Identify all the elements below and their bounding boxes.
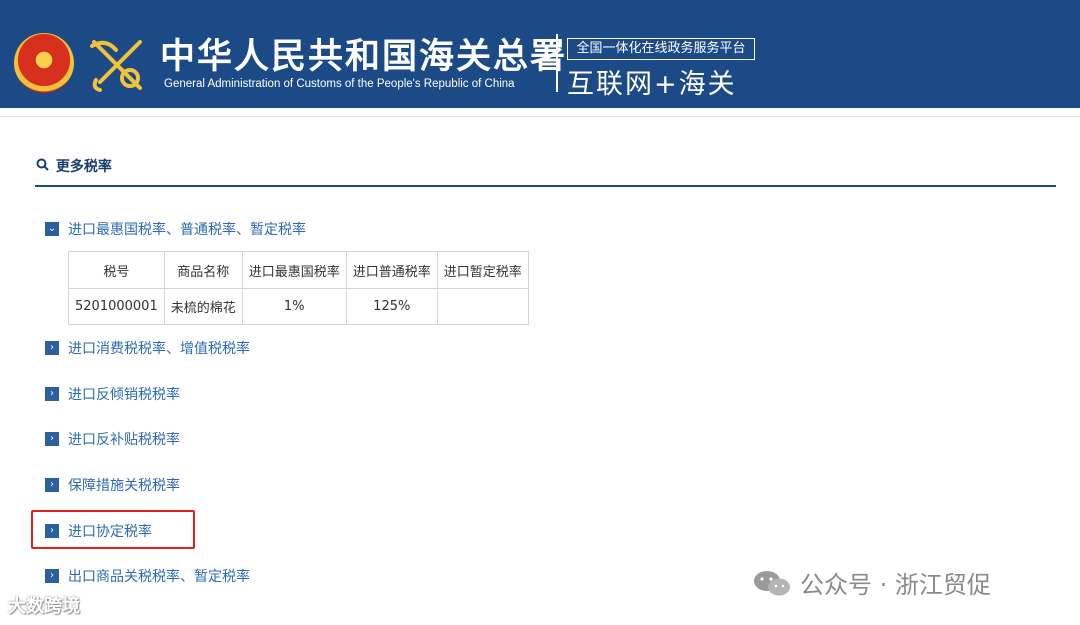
collapsed-chevron-icon[interactable]: › [45, 432, 59, 446]
category-label[interactable]: 进口反倾销税税率 [68, 384, 180, 404]
collapsed-chevron-icon[interactable]: › [45, 341, 59, 355]
watermark-right: 公众号 · 浙江贸促 [752, 565, 991, 600]
expanded-chevron-icon[interactable]: ⌄ [45, 222, 59, 236]
category-label[interactable]: 保障措施关税税率 [68, 475, 180, 495]
category-anti-dumping[interactable]: › 进口反倾销税税率 [45, 384, 180, 404]
section-heading-label: 更多税率 [55, 159, 112, 175]
category-label[interactable]: 出口商品关税税率、暂定税率 [68, 566, 250, 586]
table-header-row: 税号 商品名称 进口最惠国税率 进口普通税率 进口暂定税率 [68, 251, 529, 289]
watermark-left: 大数跨境 [8, 596, 80, 617]
category-label[interactable]: 进口反补贴税税率 [68, 429, 180, 449]
column-header-code: 税号 [68, 251, 165, 289]
category-consumption-vat[interactable]: › 进口消费税税率、增值税税率 [45, 338, 250, 358]
category-label[interactable]: 进口最惠国税率、普通税率、暂定税率 [68, 219, 306, 239]
site-title-english: General Administration of Customs of the… [164, 78, 515, 90]
column-header-name: 商品名称 [163, 251, 243, 289]
table-row: 5201000001 未梳的棉花 1% 125% [68, 288, 529, 325]
header-divider [556, 34, 558, 92]
column-header-mfn: 进口最惠国税率 [241, 251, 347, 289]
category-safeguard[interactable]: › 保障措施关税税率 [45, 475, 180, 495]
highlight-box [31, 510, 195, 549]
cell-general-rate: 125% [345, 288, 438, 325]
national-emblem-icon [14, 33, 74, 93]
section-heading: 更多税率 [36, 156, 112, 176]
platform-title[interactable]: 互联网+海关 [567, 62, 737, 101]
column-header-provisional: 进口暂定税率 [436, 251, 529, 289]
header-separator [0, 116, 1080, 117]
category-mfn-general-provisional[interactable]: ⌄ 进口最惠国税率、普通税率、暂定税率 [45, 219, 306, 239]
site-title[interactable]: 中华人民共和国海关总署 [160, 28, 567, 79]
site-header: 中华人民共和国海关总署 General Administration of Cu… [0, 0, 1080, 108]
cell-code: 5201000001 [68, 288, 165, 325]
collapsed-chevron-icon[interactable]: › [45, 478, 59, 492]
customs-emblem-icon [90, 40, 142, 92]
category-export-tariff[interactable]: › 出口商品关税税率、暂定税率 [45, 566, 250, 586]
cell-provisional-rate [436, 288, 529, 325]
cell-mfn-rate: 1% [241, 288, 347, 325]
collapsed-chevron-icon[interactable]: › [45, 569, 59, 583]
wechat-icon [754, 570, 790, 595]
section-rule [35, 185, 1056, 187]
category-countervailing[interactable]: › 进口反补贴税税率 [45, 429, 180, 449]
search-icon [36, 158, 49, 171]
column-header-general: 进口普通税率 [345, 251, 438, 289]
cell-name: 未梳的棉花 [163, 288, 243, 325]
collapsed-chevron-icon[interactable]: › [45, 387, 59, 401]
platform-badge: 全国一体化在线政务服务平台 [567, 38, 755, 60]
watermark-right-label: 公众号 · 浙江贸促 [800, 571, 991, 599]
category-label[interactable]: 进口消费税税率、增值税税率 [68, 338, 250, 358]
rate-table: 税号 商品名称 进口最惠国税率 进口普通税率 进口暂定税率 5201000001… [68, 251, 529, 325]
